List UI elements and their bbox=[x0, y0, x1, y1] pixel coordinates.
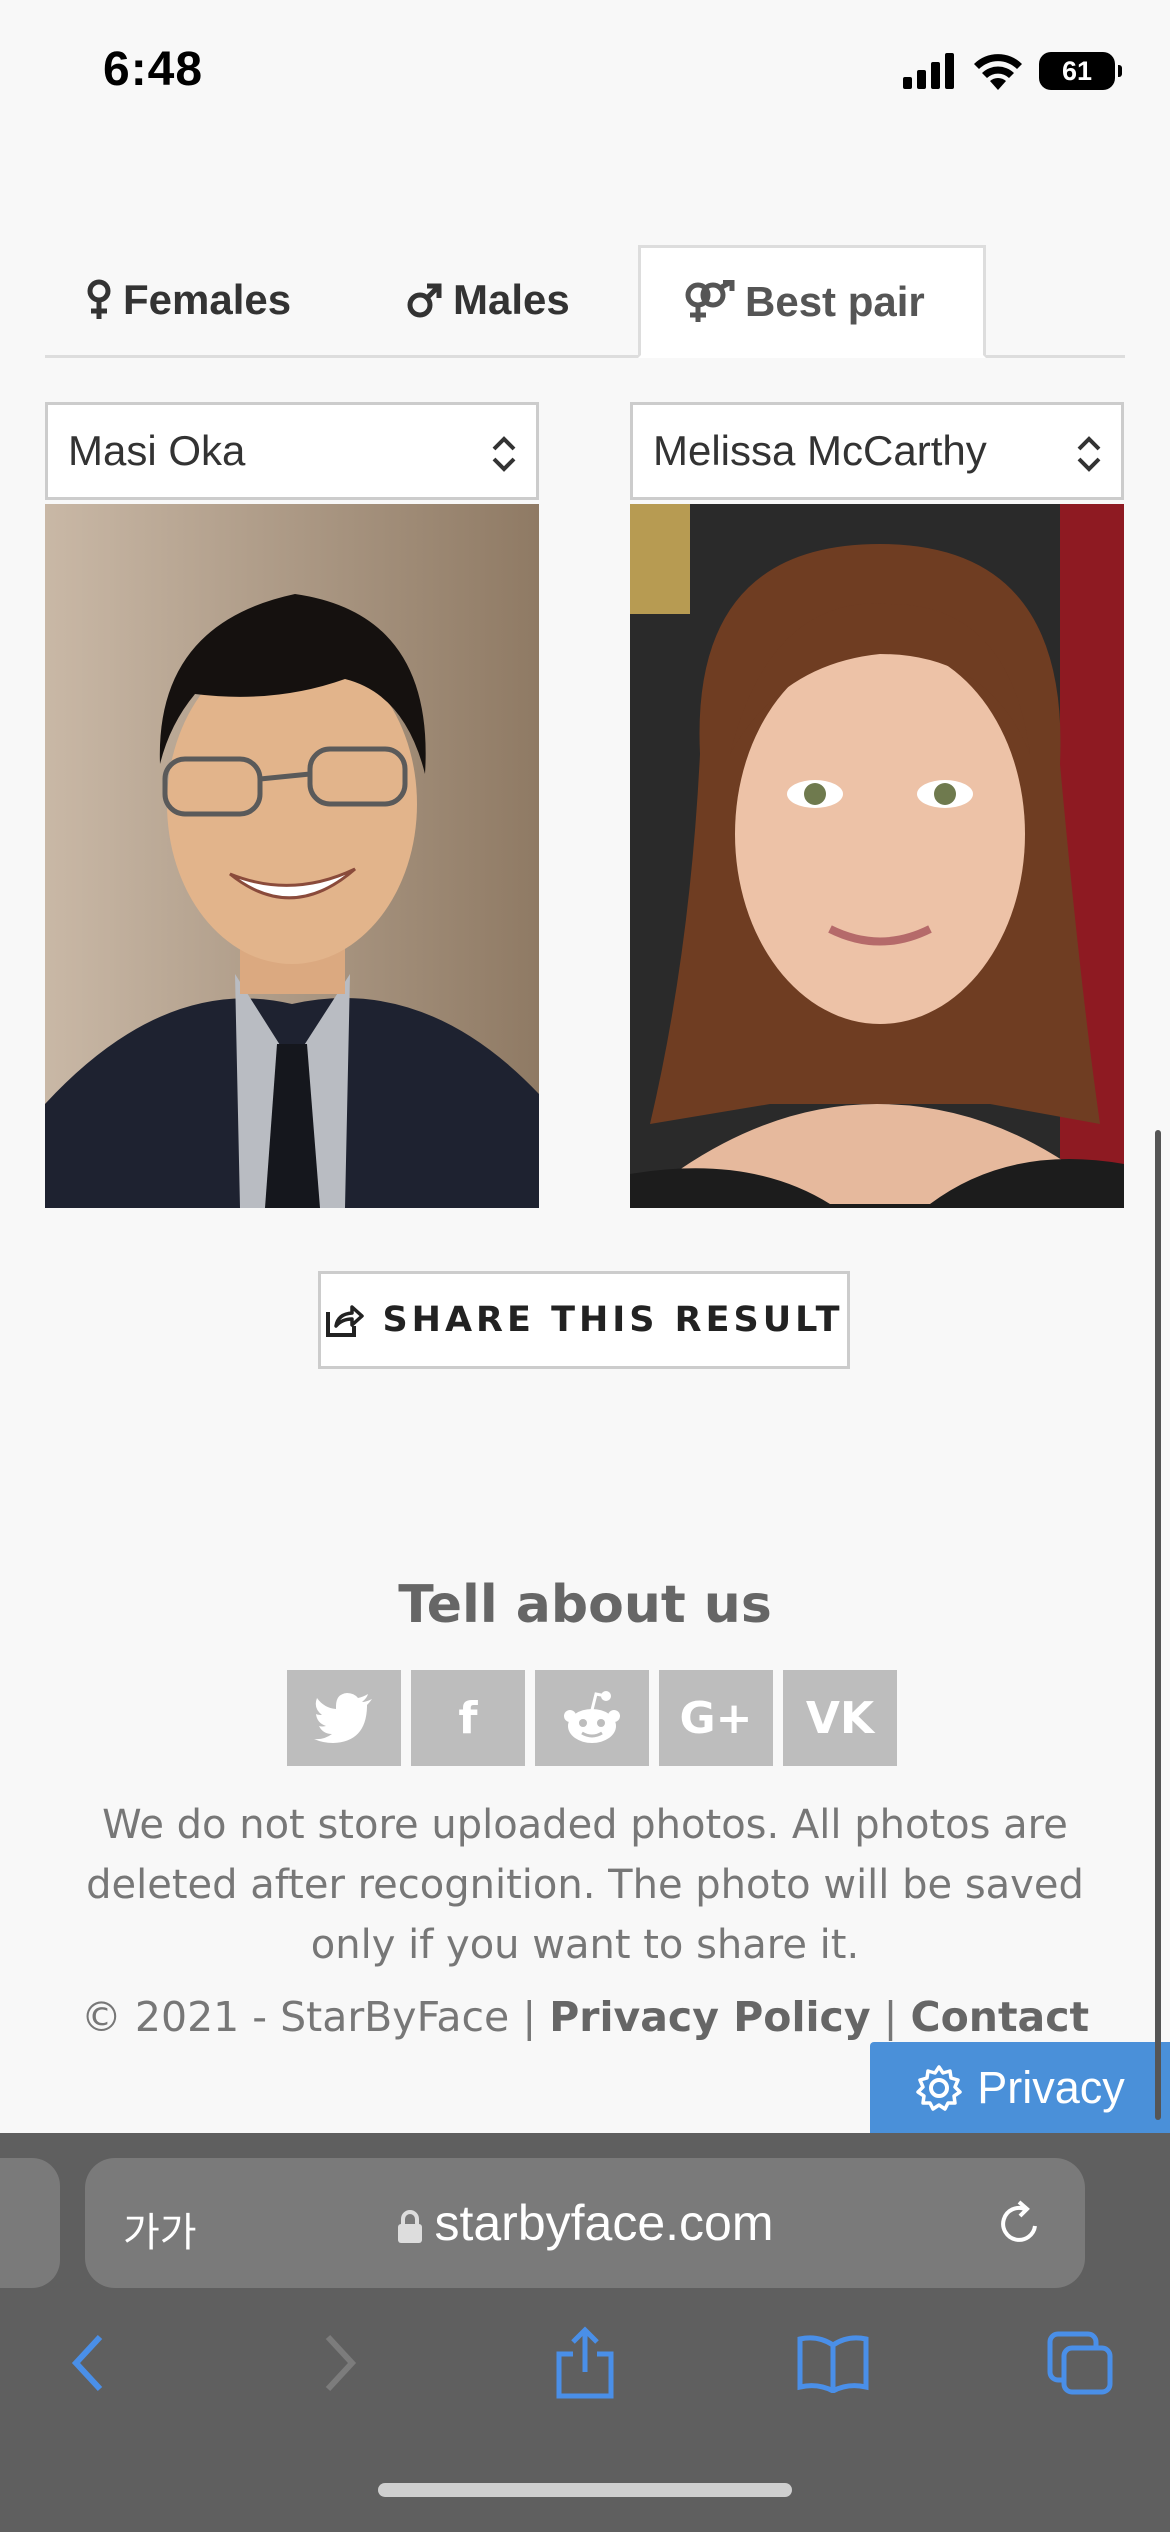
previous-tab-preview[interactable] bbox=[0, 2158, 60, 2288]
privacy-button-label: Privacy bbox=[977, 2061, 1125, 2113]
tab-best-pair[interactable]: Best pair bbox=[638, 245, 986, 358]
footer-links: © 2021 - StarByFace | Privacy Policy | C… bbox=[0, 1993, 1170, 2041]
vk-icon: VK bbox=[805, 1692, 875, 1744]
wifi-icon bbox=[974, 54, 1022, 90]
reload-icon[interactable] bbox=[995, 2198, 1045, 2248]
status-time: 6:48 bbox=[103, 43, 204, 96]
google-plus-icon: G+ bbox=[679, 1692, 753, 1744]
share-upload-icon bbox=[556, 2326, 614, 2399]
footer-separator: | bbox=[522, 1993, 537, 2041]
privacy-settings-button[interactable]: Privacy bbox=[870, 2042, 1170, 2133]
left-person-value: Masi Oka bbox=[68, 427, 246, 474]
social-share-row: f G+ VK bbox=[287, 1670, 897, 1766]
left-person-photo bbox=[45, 504, 539, 1208]
vk-button[interactable]: VK bbox=[783, 1670, 897, 1766]
share-icon bbox=[326, 1305, 365, 1337]
tabs-button[interactable] bbox=[1030, 2313, 1130, 2413]
home-indicator bbox=[378, 2483, 792, 2497]
tab-males-label: Males bbox=[453, 276, 570, 323]
right-person-value: Melissa McCarthy bbox=[653, 427, 987, 474]
tab-males[interactable]: Males bbox=[367, 245, 610, 355]
page-scrollbar[interactable] bbox=[1155, 1130, 1161, 2120]
privacy-disclaimer: We do not store uploaded photos. All pho… bbox=[86, 1802, 1084, 1968]
battery-icon: 61 bbox=[1039, 52, 1122, 90]
facebook-button[interactable]: f bbox=[411, 1670, 525, 1766]
cellular-signal-icon bbox=[903, 53, 954, 89]
address-bar[interactable]: 가가 starbyface.com bbox=[85, 2158, 1085, 2288]
contact-link[interactable]: Contact bbox=[911, 1993, 1090, 2041]
tab-best-pair-label: Best pair bbox=[745, 277, 925, 325]
reddit-icon bbox=[564, 1691, 620, 1743]
reddit-button[interactable] bbox=[535, 1670, 649, 1766]
url-text: starbyface.com bbox=[434, 2195, 774, 2251]
bookmarks-button[interactable] bbox=[783, 2313, 883, 2413]
right-person-select[interactable]: Melissa McCarthy bbox=[630, 402, 1124, 500]
footer-separator: | bbox=[883, 1993, 898, 2041]
pair-icon bbox=[685, 279, 735, 322]
privacy-policy-link[interactable]: Privacy Policy bbox=[549, 1993, 870, 2041]
forward-button[interactable] bbox=[290, 2313, 390, 2413]
lock-icon bbox=[398, 2209, 423, 2243]
copyright-text: © 2021 - StarByFace bbox=[80, 1993, 510, 2041]
tell-about-us-heading: Tell about us bbox=[398, 1575, 772, 1635]
left-person-select[interactable]: Masi Oka bbox=[45, 402, 539, 500]
chevron-updown-icon bbox=[1077, 436, 1101, 472]
gear-icon bbox=[916, 2064, 962, 2111]
forward-chevron-icon bbox=[325, 2334, 357, 2392]
gender-tabs: Females Males Best pair bbox=[45, 245, 1125, 358]
right-person-photo bbox=[630, 504, 1124, 1208]
back-button[interactable] bbox=[38, 2313, 138, 2413]
google-plus-button[interactable]: G+ bbox=[659, 1670, 773, 1766]
twitter-button[interactable] bbox=[287, 1670, 401, 1766]
book-icon bbox=[797, 2335, 869, 2393]
male-icon bbox=[407, 283, 442, 318]
tabs-icon bbox=[1047, 2331, 1113, 2395]
back-chevron-icon bbox=[71, 2334, 103, 2392]
tab-females[interactable]: Females bbox=[45, 245, 331, 355]
female-icon bbox=[87, 279, 111, 319]
browser-toolbar bbox=[0, 2313, 1170, 2413]
url-display: starbyface.com bbox=[85, 2194, 1085, 2252]
share-page-button[interactable] bbox=[535, 2313, 635, 2413]
status-bar: 6:48 61 bbox=[0, 0, 1170, 150]
share-result-label: SHARE THIS RESULT bbox=[382, 1300, 844, 1340]
chevron-updown-icon bbox=[492, 436, 516, 472]
tab-females-label: Females bbox=[123, 276, 292, 323]
share-result-button[interactable]: SHARE THIS RESULT bbox=[318, 1271, 850, 1369]
twitter-icon bbox=[314, 1693, 372, 1743]
facebook-icon: f bbox=[458, 1692, 478, 1744]
status-icons: 61 bbox=[903, 52, 1122, 90]
browser-chrome: 가가 starbyface.com bbox=[0, 2133, 1170, 2532]
